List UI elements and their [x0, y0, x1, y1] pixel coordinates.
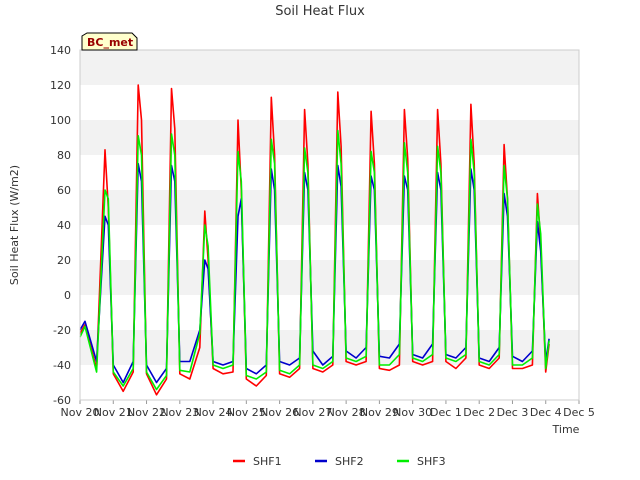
x-tick-label: Nov 30 [393, 406, 432, 419]
badge-label: BC_met [87, 36, 133, 49]
grid-band [80, 295, 579, 330]
site-badge: BC_met [81, 32, 138, 51]
y-tick-label: 140 [50, 44, 71, 57]
x-tick-label: Dec 4 [530, 406, 562, 419]
grid-band [80, 365, 579, 400]
y-tick-label: 40 [57, 219, 71, 232]
y-tick-label: 60 [57, 184, 71, 197]
y-tick-label: 120 [50, 79, 71, 92]
legend-label-shf3: SHF3 [417, 455, 446, 468]
x-axis-ticks: Nov 20Nov 21Nov 22Nov 23Nov 24Nov 25Nov … [61, 400, 595, 419]
y-tick-label: 100 [50, 114, 71, 127]
x-tick-label: Dec 3 [497, 406, 529, 419]
grid-band [80, 225, 579, 260]
y-tick-label: -20 [53, 324, 71, 337]
grid-band [80, 50, 579, 85]
y-tick-label: 80 [57, 149, 71, 162]
grid-bands [80, 50, 579, 400]
y-tick-label: 0 [64, 289, 71, 302]
y-axis-label: Soil Heat Flux (W/m2) [8, 165, 21, 285]
y-tick-label: 20 [57, 254, 71, 267]
y-axis-ticks: -60-40-20020406080100120140 [50, 44, 71, 407]
x-axis-label: Time [552, 423, 580, 436]
x-tick-label: Dec 5 [563, 406, 595, 419]
chart-title: Soil Heat Flux [275, 4, 365, 19]
y-tick-label: -40 [53, 359, 71, 372]
legend-label-shf1: SHF1 [253, 455, 282, 468]
x-tick-label: Dec 1 [430, 406, 462, 419]
x-tick-label: Dec 2 [463, 406, 495, 419]
soil-heat-flux-chart: Soil Heat Flux -60-40-200204060801001201… [8, 4, 595, 468]
legend: SHF1 SHF2 SHF3 [233, 455, 446, 468]
grid-band [80, 260, 579, 295]
legend-label-shf2: SHF2 [335, 455, 364, 468]
grid-band [80, 85, 579, 120]
